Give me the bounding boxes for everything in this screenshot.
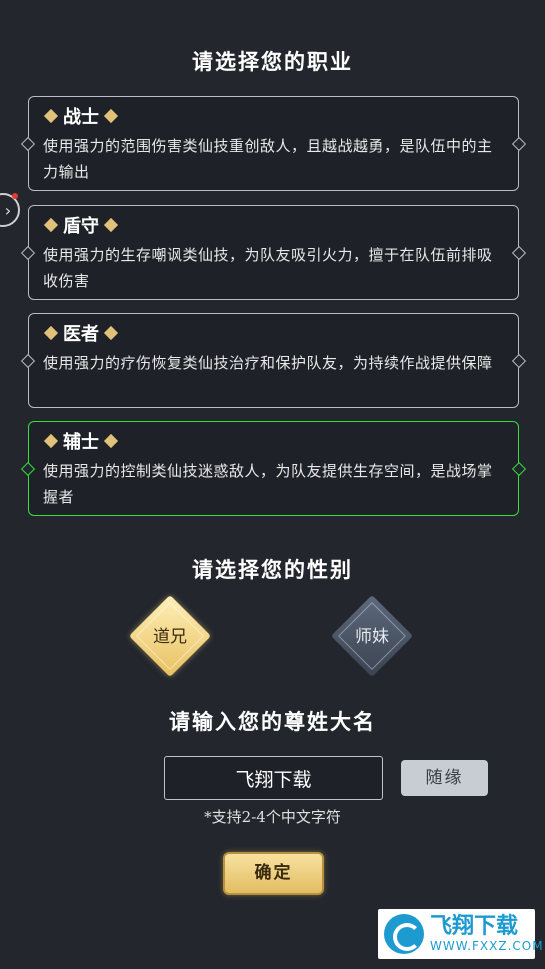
watermark-title: 飞翔下载 xyxy=(430,914,519,939)
class-name: 辅士 xyxy=(63,432,99,453)
notification-dot xyxy=(12,193,18,199)
class-name: 战士 xyxy=(63,107,99,128)
gender-male-label: 道兄 xyxy=(153,627,187,647)
name-heading: 请输入您的尊姓大名 xyxy=(169,709,376,734)
class-card-guardian[interactable]: 盾守 使用强力的生存嘲讽类仙技，为队友吸引火力，擅于在队伍前排吸收伤害 xyxy=(28,205,519,300)
diamond-icon xyxy=(103,217,119,233)
watermark-text: 飞翔下载 WWW.FXXZ.COM xyxy=(430,914,544,954)
class-title: 战士 xyxy=(43,105,506,128)
diamond-icon xyxy=(43,433,59,449)
class-card-warrior[interactable]: 战士 使用强力的范围伤害类仙技重创敌人，且越战越勇，是队伍中的主力输出 xyxy=(28,96,519,191)
class-title: 医者 xyxy=(43,322,506,345)
diamond-icon xyxy=(103,433,119,449)
name-input[interactable] xyxy=(164,756,383,800)
class-card-support[interactable]: 辅士 使用强力的控制类仙技迷惑敌人，为队友提供生存空间，是战场掌握者 xyxy=(28,421,519,516)
site-logo-icon xyxy=(384,914,424,954)
gender-female-label: 师妹 xyxy=(355,627,389,647)
name-hint: *支持2-4个中文字符 xyxy=(204,808,341,826)
diamond-icon xyxy=(43,325,59,341)
class-description: 使用强力的疗伤恢复类仙技治疗和保护队友，为持续作战提供保障 xyxy=(43,354,493,372)
random-name-button[interactable]: 随缘 xyxy=(401,760,488,796)
class-description: 使用强力的范围伤害类仙技重创敌人，且越战越勇，是队伍中的主力输出 xyxy=(43,137,493,181)
diamond-icon xyxy=(43,108,59,124)
gender-heading: 请选择您的性别 xyxy=(192,557,353,582)
diamond-icon xyxy=(103,325,119,341)
class-title: 盾守 xyxy=(43,214,506,237)
confirm-button[interactable]: 确定 xyxy=(223,852,324,895)
watermark: 飞翔下载 WWW.FXXZ.COM xyxy=(378,909,543,959)
diamond-icon xyxy=(103,108,119,124)
class-card-healer[interactable]: 医者 使用强力的疗伤恢复类仙技治疗和保护队友，为持续作战提供保障 xyxy=(28,313,519,408)
class-description: 使用强力的控制类仙技迷惑敌人，为队友提供生存空间，是战场掌握者 xyxy=(43,462,493,506)
diamond-icon xyxy=(43,217,59,233)
class-name: 医者 xyxy=(63,324,99,345)
chevron-right-icon: › xyxy=(4,200,12,220)
class-description: 使用强力的生存嘲讽类仙技，为队友吸引火力，擅于在队伍前排吸收伤害 xyxy=(43,246,493,290)
class-title: 辅士 xyxy=(43,430,506,453)
profession-heading: 请选择您的职业 xyxy=(192,49,353,74)
class-name: 盾守 xyxy=(63,216,99,237)
watermark-url: WWW.FXXZ.COM xyxy=(430,939,544,953)
